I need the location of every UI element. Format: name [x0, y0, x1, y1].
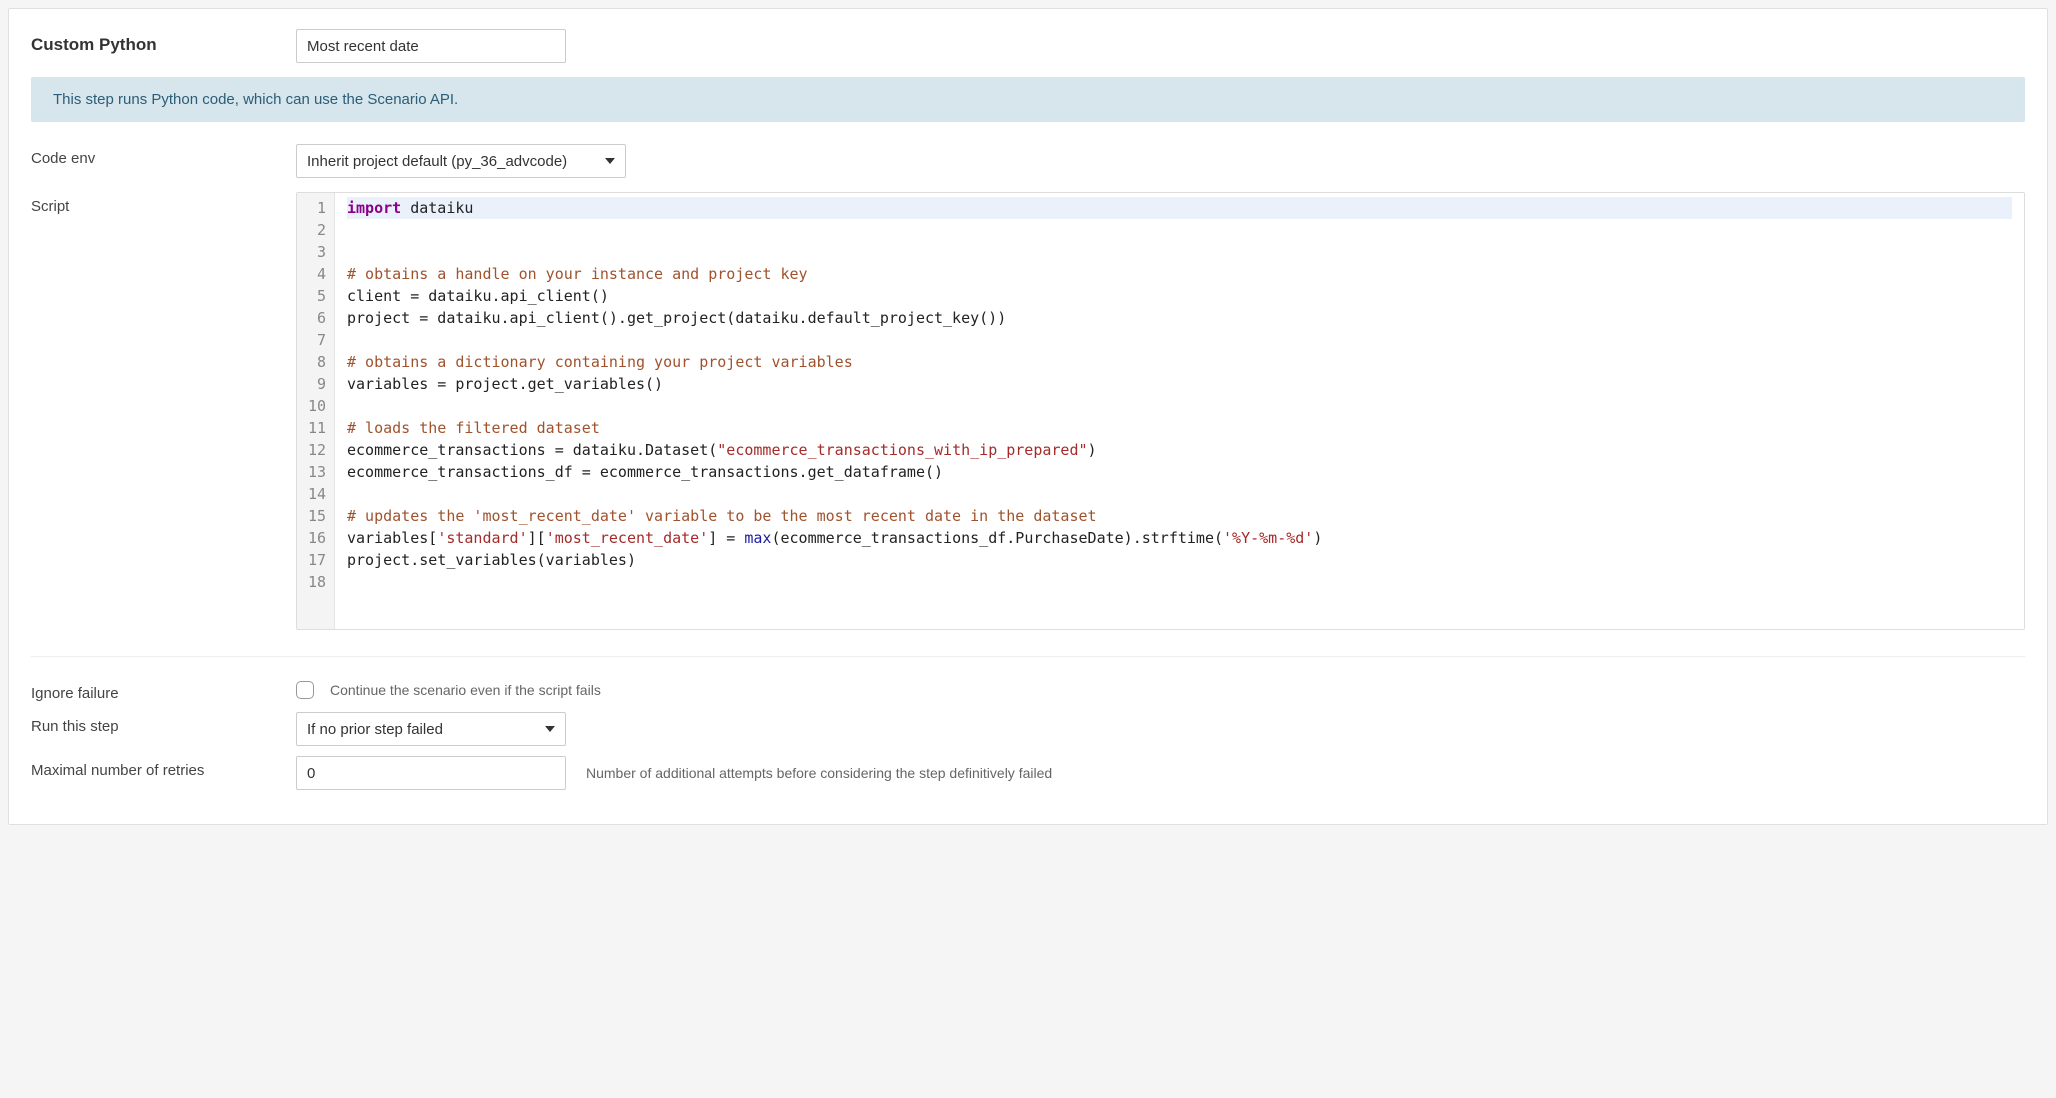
retries-hint: Number of additional attempts before con…: [586, 765, 1052, 781]
run-step-selected-text: If no prior step failed: [307, 721, 443, 738]
script-editor[interactable]: 123456789101112131415161718 import datai…: [296, 192, 2025, 630]
step-name-input[interactable]: [296, 29, 566, 63]
retries-input[interactable]: [296, 756, 566, 790]
ignore-failure-label: Ignore failure: [31, 679, 296, 702]
code-env-selected-text: Inherit project default (py_36_advcode): [307, 153, 567, 170]
run-step-label: Run this step: [31, 712, 296, 735]
code-env-label: Code env: [31, 144, 296, 167]
retries-label: Maximal number of retries: [31, 756, 296, 779]
chevron-down-icon: [545, 726, 555, 732]
editor-gutter: 123456789101112131415161718: [297, 193, 335, 629]
script-label: Script: [31, 192, 296, 215]
ignore-failure-checkbox[interactable]: [296, 681, 314, 699]
info-banner: This step runs Python code, which can us…: [31, 77, 2025, 122]
run-step-select[interactable]: If no prior step failed: [296, 712, 566, 746]
info-banner-text: This step runs Python code, which can us…: [53, 91, 458, 108]
code-env-select[interactable]: Inherit project default (py_36_advcode): [296, 144, 626, 178]
ignore-failure-hint: Continue the scenario even if the script…: [330, 682, 601, 698]
section-divider: [31, 656, 2025, 657]
step-config-panel: Custom Python This step runs Python code…: [8, 8, 2048, 825]
chevron-down-icon: [605, 158, 615, 164]
editor-code[interactable]: import dataiku # obtains a handle on you…: [335, 193, 2024, 629]
step-type-title: Custom Python: [31, 29, 296, 55]
